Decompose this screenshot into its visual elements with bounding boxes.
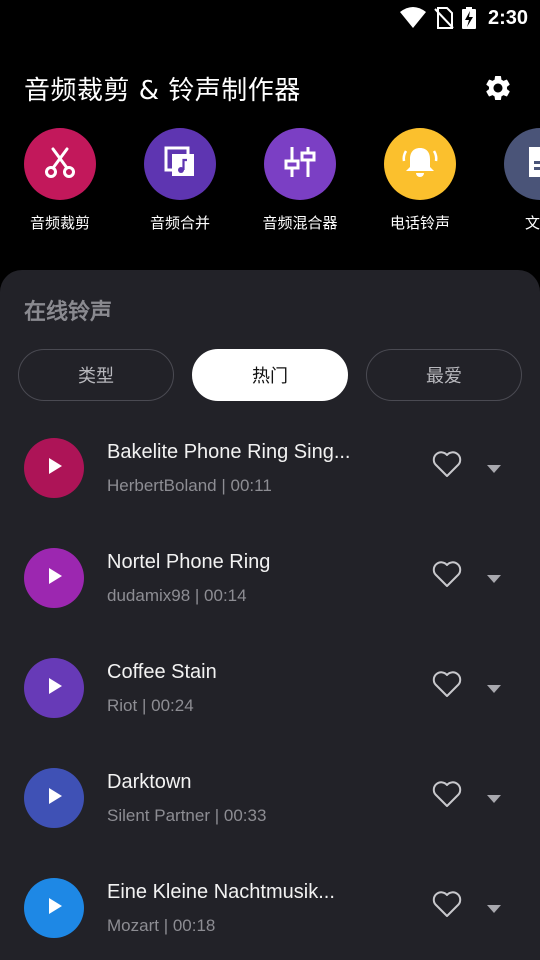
play-icon [44, 566, 64, 590]
ringtone-duration: 00:11 [230, 476, 272, 495]
battery-charging-icon [461, 7, 476, 29]
online-ringtones-panel: 在线铃声 类型 热门 最爱 Bakelite Phone Ring Sing..… [0, 270, 540, 960]
app-screen: 2:30 音频裁剪 & 铃声制作器 音频裁剪 音频合并 音频混合器 电话铃声 文… [0, 0, 540, 960]
play-button[interactable] [24, 878, 84, 938]
ringtone-author: Silent Partner [107, 806, 210, 825]
heart-outline-icon [432, 890, 462, 922]
meta-separator: | [216, 476, 231, 495]
status-bar: 2:30 [0, 0, 540, 36]
list-item: Bakelite Phone Ring Sing... HerbertBolan… [0, 404, 540, 514]
ringtone-author: Riot [107, 696, 138, 715]
play-button[interactable] [24, 768, 84, 828]
tool-audio-mixer-circle [264, 128, 336, 200]
meta-separator: | [158, 916, 173, 935]
play-button[interactable] [24, 658, 84, 718]
favorite-button[interactable] [429, 448, 465, 484]
app-title: 音频裁剪 & 铃声制作器 [24, 76, 301, 106]
meta-separator: | [190, 586, 205, 605]
tool-ringtone-circle [384, 128, 456, 200]
ringtone-title: Eine Kleine Nachtmusik... [107, 881, 335, 903]
tab-hot[interactable]: 热门 [192, 349, 348, 401]
tool-audio-cut-circle [24, 128, 96, 200]
ringtone-title: Bakelite Phone Ring Sing... [107, 441, 351, 463]
favorite-button[interactable] [429, 888, 465, 924]
panel-title: 在线铃声 [24, 300, 113, 325]
status-time: 2:30 [487, 6, 528, 29]
tool-files[interactable]: 文件 [485, 128, 540, 233]
expand-button[interactable] [481, 674, 507, 700]
chevron-down-icon [487, 458, 501, 477]
expand-button[interactable] [481, 784, 507, 810]
tool-audio-merge[interactable]: 音频合并 [125, 128, 235, 233]
chevron-down-icon [487, 788, 501, 807]
play-icon [44, 676, 64, 700]
tool-audio-cut[interactable]: 音频裁剪 [5, 128, 115, 233]
tool-audio-mixer[interactable]: 音频混合器 [245, 128, 355, 233]
settings-button[interactable] [480, 72, 516, 108]
favorite-button[interactable] [429, 558, 465, 594]
wifi-icon [399, 7, 426, 29]
ringtone-duration: 00:24 [151, 696, 194, 715]
tool-label: 音频混合器 [262, 214, 338, 232]
ringtone-author: Mozart [107, 916, 159, 935]
bell-icon [400, 142, 440, 186]
chevron-down-icon [487, 568, 501, 587]
ringtone-meta: Silent Partner | 00:33 [107, 806, 266, 826]
tool-label: 文件 [524, 214, 540, 232]
tab-favorites[interactable]: 最爱 [366, 349, 522, 401]
expand-button[interactable] [481, 454, 507, 480]
list-item: Eine Kleine Nachtmusik... Mozart | 00:18 [0, 844, 540, 954]
play-icon [44, 786, 64, 810]
ringtone-title: Darktown [107, 771, 192, 793]
status-icons: 2:30 [399, 6, 528, 30]
gear-icon [483, 73, 513, 107]
play-icon [44, 456, 64, 480]
favorite-button[interactable] [429, 668, 465, 704]
chevron-down-icon [487, 678, 501, 697]
ringtone-meta: Mozart | 00:18 [107, 916, 215, 936]
heart-outline-icon [432, 450, 462, 482]
tool-label: 电话铃声 [389, 214, 450, 232]
meta-separator: | [210, 806, 224, 825]
ringtone-title: Nortel Phone Ring [107, 551, 271, 573]
tab-type[interactable]: 类型 [18, 349, 174, 401]
expand-button[interactable] [481, 894, 507, 920]
ringtone-tabs: 类型 热门 最爱 [18, 349, 522, 401]
tools-row: 音频裁剪 音频合并 音频混合器 电话铃声 文 [0, 128, 540, 238]
list-item: Coffee Stain Riot | 00:24 [0, 624, 540, 734]
tool-label: 音频合并 [149, 214, 210, 232]
favorite-button[interactable] [429, 778, 465, 814]
play-button[interactable] [24, 438, 84, 498]
ringtone-duration: 00:33 [223, 806, 267, 825]
tool-audio-merge-circle [144, 128, 216, 200]
tool-ringtone[interactable]: 电话铃声 [365, 128, 475, 233]
list-item: Darktown Silent Partner | 00:33 [0, 734, 540, 844]
play-button[interactable] [24, 548, 84, 608]
list-item: Nortel Phone Ring dudamix98 | 00:14 [0, 514, 540, 624]
ringtone-author: HerbertBoland [107, 476, 217, 495]
ringtone-meta: Riot | 00:24 [107, 696, 194, 716]
merge-icon [162, 144, 198, 184]
tool-files-circle [504, 128, 540, 200]
heart-outline-icon [432, 670, 462, 702]
meta-separator: | [137, 696, 152, 715]
ringtone-title: Coffee Stain [107, 661, 217, 683]
chevron-down-icon [487, 898, 501, 917]
ringtone-duration: 00:18 [172, 916, 216, 935]
heart-outline-icon [432, 780, 462, 812]
play-icon [44, 896, 64, 920]
heart-outline-icon [432, 560, 462, 592]
ringtone-meta: dudamix98 | 00:14 [107, 586, 247, 606]
mixer-sliders-icon [282, 144, 318, 184]
tool-label: 音频裁剪 [29, 214, 90, 232]
no-sim-icon [434, 7, 454, 29]
scissors-icon [42, 144, 78, 184]
ringtone-author: dudamix98 [107, 586, 191, 605]
expand-button[interactable] [481, 564, 507, 590]
file-icon [525, 145, 540, 183]
ringtone-meta: HerbertBoland | 00:11 [107, 476, 272, 496]
ringtone-duration: 00:14 [204, 586, 247, 605]
